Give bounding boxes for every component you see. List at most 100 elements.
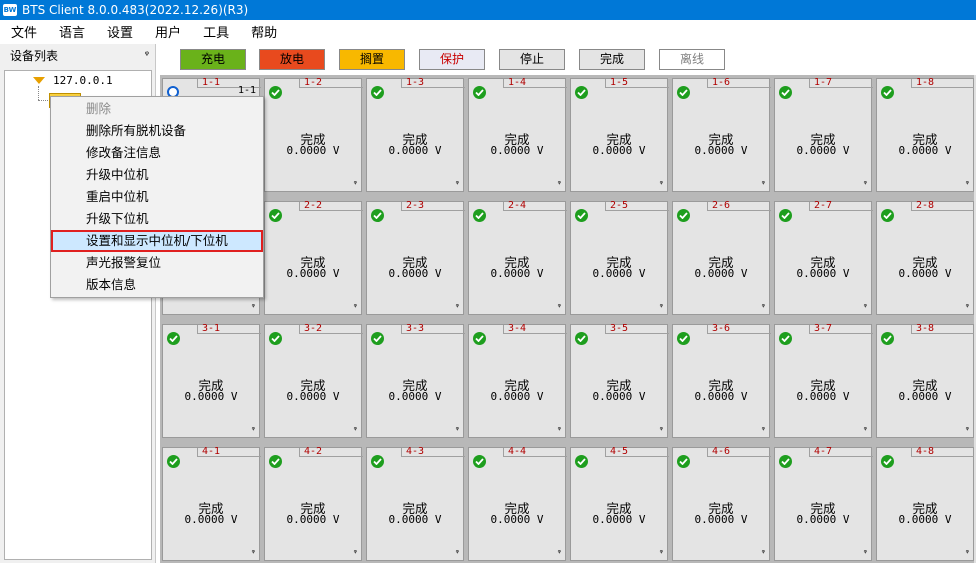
- pin-icon[interactable]: ᵠ: [864, 302, 867, 311]
- pin-icon[interactable]: ᵠ: [864, 548, 867, 557]
- channel-cell[interactable]: 4-3 完成 0.0000 Vᵠ: [366, 447, 465, 561]
- pin-icon[interactable]: ᵠ: [660, 179, 663, 188]
- pin-icon[interactable]: ᵠ: [456, 179, 459, 188]
- context-menu-item[interactable]: 升级中位机: [51, 164, 263, 186]
- channel-cell[interactable]: 4-2 完成 0.0000 Vᵠ: [264, 447, 363, 561]
- check-icon: [269, 332, 282, 345]
- menu-settings[interactable]: 设置: [96, 22, 144, 41]
- pin-icon[interactable]: ᵠ: [354, 425, 357, 434]
- channel-cell[interactable]: 1-5 完成 0.0000 Vᵠ: [570, 78, 669, 192]
- channel-cell[interactable]: 2-3 完成 0.0000 Vᵠ: [366, 201, 465, 315]
- channel-cell[interactable]: 3-2 完成 0.0000 Vᵠ: [264, 324, 363, 438]
- channel-cell[interactable]: 4-8 完成 0.0000 Vᵠ: [876, 447, 975, 561]
- check-icon: [371, 209, 384, 222]
- channel-cell[interactable]: 3-4 完成 0.0000 Vᵠ: [468, 324, 567, 438]
- channel-label: 4-6: [707, 447, 771, 457]
- context-menu-item[interactable]: 删除所有脱机设备: [51, 120, 263, 142]
- context-menu-item[interactable]: 版本信息: [51, 274, 263, 296]
- context-menu-item[interactable]: 修改备注信息: [51, 142, 263, 164]
- pin-icon[interactable]: ᵠ: [354, 302, 357, 311]
- channel-cell[interactable]: 3-8 完成 0.0000 Vᵠ: [876, 324, 975, 438]
- pin-icon[interactable]: ᵠ: [966, 302, 969, 311]
- pin-icon[interactable]: ᵠ: [864, 425, 867, 434]
- pin-icon[interactable]: ᵠ: [558, 425, 561, 434]
- pin-icon[interactable]: ᵠ: [145, 50, 149, 61]
- pin-icon[interactable]: ᵠ: [762, 548, 765, 557]
- pin-icon[interactable]: ᵠ: [660, 425, 663, 434]
- channel-cell[interactable]: 4-4 完成 0.0000 Vᵠ: [468, 447, 567, 561]
- channel-voltage: 0.0000 V: [796, 267, 850, 280]
- channel-label: 3-8: [911, 324, 975, 334]
- context-menu-item[interactable]: 重启中位机: [51, 186, 263, 208]
- pin-icon[interactable]: ᵠ: [252, 425, 255, 434]
- menu-file[interactable]: 文件: [0, 22, 48, 41]
- pin-icon[interactable]: ᵠ: [456, 425, 459, 434]
- channel-voltage: 0.0000 V: [592, 390, 646, 403]
- channel-label: 3-4: [503, 324, 567, 334]
- channel-cell[interactable]: 3-7 完成 0.0000 Vᵠ: [774, 324, 873, 438]
- pin-icon[interactable]: ᵠ: [864, 179, 867, 188]
- channel-cell[interactable]: 2-2 完成 0.0000 Vᵠ: [264, 201, 363, 315]
- channel-cell[interactable]: 1-3 完成 0.0000 Vᵠ: [366, 78, 465, 192]
- channel-voltage: 0.0000 V: [286, 390, 340, 403]
- pin-icon[interactable]: ᵠ: [354, 548, 357, 557]
- context-menu-item[interactable]: 设置和显示中位机/下位机: [51, 230, 263, 252]
- channel-cell[interactable]: 4-7 完成 0.0000 Vᵠ: [774, 447, 873, 561]
- context-menu-item[interactable]: 声光报警复位: [51, 252, 263, 274]
- menu-language[interactable]: 语言: [48, 22, 96, 41]
- channel-cell[interactable]: 1-7 完成 0.0000 Vᵠ: [774, 78, 873, 192]
- channel-cell[interactable]: 1-2 完成 0.0000 Vᵠ: [264, 78, 363, 192]
- pin-icon[interactable]: ᵠ: [456, 548, 459, 557]
- channel-cell[interactable]: 4-1 完成 0.0000 Vᵠ: [162, 447, 261, 561]
- pin-icon[interactable]: ᵠ: [966, 548, 969, 557]
- channel-label: 3-1: [197, 324, 261, 334]
- tree-node-root[interactable]: 127.0.0.1: [33, 74, 113, 87]
- pin-icon[interactable]: ᵠ: [762, 425, 765, 434]
- channel-cell[interactable]: 4-6 完成 0.0000 Vᵠ: [672, 447, 771, 561]
- menu-user[interactable]: 用户: [144, 22, 192, 41]
- channel-cell[interactable]: 1-6 完成 0.0000 Vᵠ: [672, 78, 771, 192]
- channel-cell[interactable]: 2-8 完成 0.0000 Vᵠ: [876, 201, 975, 315]
- channel-cell[interactable]: 3-1 完成 0.0000 Vᵠ: [162, 324, 261, 438]
- channel-cell[interactable]: 4-5 完成 0.0000 Vᵠ: [570, 447, 669, 561]
- channel-label: 4-1: [197, 447, 261, 457]
- pin-icon[interactable]: ᵠ: [252, 548, 255, 557]
- pin-icon[interactable]: ᵠ: [558, 302, 561, 311]
- pin-icon[interactable]: ᵠ: [558, 548, 561, 557]
- pin-icon[interactable]: ᵠ: [660, 302, 663, 311]
- pin-icon[interactable]: ᵠ: [354, 179, 357, 188]
- pin-icon[interactable]: ᵠ: [252, 302, 255, 311]
- channel-cell[interactable]: 2-4 完成 0.0000 Vᵠ: [468, 201, 567, 315]
- channel-cell[interactable]: 1-4 完成 0.0000 Vᵠ: [468, 78, 567, 192]
- channel-cell[interactable]: 3-6 完成 0.0000 Vᵠ: [672, 324, 771, 438]
- menu-help[interactable]: 帮助: [240, 22, 288, 41]
- menu-tools[interactable]: 工具: [192, 22, 240, 41]
- channel-cell[interactable]: 2-6 完成 0.0000 Vᵠ: [672, 201, 771, 315]
- pin-icon[interactable]: ᵠ: [966, 425, 969, 434]
- channel-voltage: 0.0000 V: [796, 144, 850, 157]
- channel-cell[interactable]: 2-7 完成 0.0000 Vᵠ: [774, 201, 873, 315]
- channel-label: 1-7: [809, 78, 873, 88]
- context-menu-item[interactable]: 删除: [51, 98, 263, 120]
- expand-icon[interactable]: [33, 77, 45, 84]
- pin-icon[interactable]: ᵠ: [762, 302, 765, 311]
- pin-icon[interactable]: ᵠ: [966, 179, 969, 188]
- channel-voltage: 0.0000 V: [592, 513, 646, 526]
- channel-cell[interactable]: 1-8 完成 0.0000 Vᵠ: [876, 78, 975, 192]
- tree-connector: [38, 86, 39, 100]
- channel-voltage: 0.0000 V: [286, 144, 340, 157]
- pin-icon[interactable]: ᵠ: [558, 179, 561, 188]
- pin-icon[interactable]: ᵠ: [660, 548, 663, 557]
- channel-label: 4-8: [911, 447, 975, 457]
- channel-voltage: 0.0000 V: [388, 144, 442, 157]
- channel-label: 1-2: [299, 78, 363, 88]
- channel-label: 4-7: [809, 447, 873, 457]
- channel-label: 3-6: [707, 324, 771, 334]
- context-menu-item[interactable]: 升级下位机: [51, 208, 263, 230]
- check-icon: [677, 455, 690, 468]
- channel-cell[interactable]: 3-5 完成 0.0000 Vᵠ: [570, 324, 669, 438]
- pin-icon[interactable]: ᵠ: [762, 179, 765, 188]
- channel-cell[interactable]: 2-5 完成 0.0000 Vᵠ: [570, 201, 669, 315]
- pin-icon[interactable]: ᵠ: [456, 302, 459, 311]
- channel-cell[interactable]: 3-3 完成 0.0000 Vᵠ: [366, 324, 465, 438]
